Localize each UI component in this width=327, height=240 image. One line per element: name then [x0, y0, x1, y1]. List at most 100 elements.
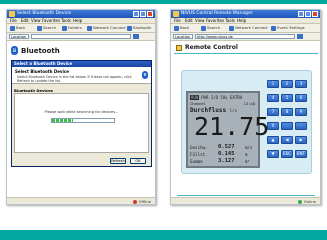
keypad-key[interactable]: 9 — [295, 108, 307, 116]
network-icon — [229, 25, 234, 31]
lcd-display: RUN PAR I/O CAL EXTRA Channel 13:48 Durc… — [186, 91, 269, 168]
keypad-key[interactable]: ◀ — [281, 136, 293, 144]
toolbar-bluetooth-button[interactable]: Bluetooth — [127, 25, 151, 31]
keypad-key[interactable]: 5 — [281, 94, 293, 102]
lcd-channel: Channel — [190, 101, 207, 106]
keypad-key[interactable]: ENT — [295, 150, 307, 158]
keypad-key[interactable]: 2 — [281, 80, 293, 88]
page-title: Remote Control — [185, 44, 238, 51]
window-title: NIVUS Control Remote Manager — [181, 11, 253, 16]
go-button[interactable] — [133, 34, 139, 39]
search-icon — [37, 25, 42, 31]
lcd-row-level: Füllst. 0.145 m — [190, 151, 248, 157]
toolbar-folders-button[interactable]: Folders — [62, 25, 82, 31]
window-app-icon — [173, 11, 179, 17]
footer-divider — [177, 195, 315, 196]
toolbar-network-button[interactable]: Network Connect — [87, 25, 126, 31]
folder-icon — [62, 25, 67, 31]
keypad-key[interactable]: . — [281, 122, 293, 130]
page-header: Remote Control — [176, 44, 238, 51]
status-dot-icon — [297, 199, 302, 204]
lcd-main-value: 21.75 — [194, 112, 270, 141]
address-input[interactable] — [31, 34, 131, 39]
refresh-button[interactable]: Refresh — [110, 158, 126, 164]
lcd-time: 13:48 — [243, 101, 255, 106]
lcd-menu-items: PAR I/O CAL EXTRA — [201, 95, 243, 100]
lcd-row-total: Summe 3.127 m³ — [190, 158, 250, 164]
device-list[interactable]: Please wait while searching for devices.… — [14, 93, 149, 153]
window-controls — [133, 11, 153, 17]
bluetooth-icon — [127, 25, 132, 31]
dialog-header: Select Bluetooth Device Select Bluetooth… — [12, 67, 151, 84]
toolbar-settings-button[interactable]: Event Settings — [271, 25, 305, 31]
address-bar: Location — [7, 33, 155, 41]
page-title: Bluetooth — [21, 46, 60, 55]
keypad-key[interactable]: 4 — [267, 94, 279, 102]
dialog-description: Select Bluetooth Device in the list belo… — [17, 75, 132, 83]
lcd-menu-row: RUN PAR I/O CAL EXTRA — [190, 95, 242, 100]
address-label: Location — [9, 34, 29, 39]
device-panel: RUN PAR I/O CAL EXTRA Channel 13:48 Durc… — [181, 70, 312, 174]
window-controls — [298, 11, 318, 17]
status-bar: Offline — [7, 197, 155, 204]
address-bar: Location http://www.nivus.de — [171, 33, 320, 41]
settings-icon — [271, 25, 276, 31]
back-arrow-icon — [174, 25, 179, 31]
progress-fill — [52, 119, 74, 122]
close-button[interactable] — [147, 11, 153, 17]
toolbar-back-button[interactable]: Back — [174, 25, 189, 31]
address-label: Location — [173, 34, 193, 39]
bluetooth-window: Select Bluetooth Device File Edit View F… — [6, 9, 156, 205]
bluetooth-logo-icon: ʙ — [142, 71, 148, 79]
toolbar-search-button[interactable]: Search — [201, 25, 220, 31]
status-zone: Online — [297, 199, 316, 204]
window-titlebar: NIVUS Control Remote Manager — [171, 10, 320, 18]
address-input[interactable]: http://www.nivus.de — [195, 34, 295, 39]
header-divider — [174, 53, 318, 54]
toolbar-back-button[interactable]: Back — [10, 25, 25, 31]
bottom-accent-band — [0, 230, 327, 240]
back-arrow-icon — [10, 25, 15, 31]
keypad-key[interactable]: - — [295, 122, 307, 130]
window-title: Select Bluetooth Device — [17, 11, 71, 16]
close-button[interactable] — [312, 11, 318, 17]
top-accent-band — [0, 0, 327, 4]
minimize-button[interactable] — [298, 11, 304, 17]
remote-control-icon — [176, 44, 182, 51]
minimize-button[interactable] — [133, 11, 139, 17]
toolbar: Back Search Folders Network Connect Blue… — [7, 24, 155, 33]
keypad-key[interactable]: 8 — [281, 108, 293, 116]
keypad-key[interactable]: ▼ — [267, 150, 279, 158]
bluetooth-icon: ʙ — [11, 46, 18, 55]
status-bar: Online — [171, 197, 320, 204]
remote-control-window: NIVUS Control Remote Manager File Edit V… — [170, 9, 321, 205]
status-zone: Offline — [132, 199, 151, 204]
ok-button[interactable]: OK — [130, 158, 146, 164]
keypad-key[interactable]: 3 — [295, 80, 307, 88]
maximize-button[interactable] — [305, 11, 311, 17]
keypad-key[interactable]: ▶ — [295, 136, 307, 144]
select-device-dialog: Select a Bluetooth Device Select Bluetoo… — [11, 60, 152, 167]
keypad-key[interactable]: 0 — [267, 122, 279, 130]
keypad-key[interactable]: ESC — [281, 150, 293, 158]
page-header: ʙ Bluetooth — [11, 46, 60, 55]
toolbar-network-button[interactable]: Network Connect — [229, 25, 268, 31]
keypad-key[interactable]: 7 — [267, 108, 279, 116]
search-progress-bar — [51, 118, 115, 123]
keypad-key[interactable]: 1 — [267, 80, 279, 88]
search-message: Please wait while searching for devices.… — [44, 110, 119, 114]
keypad-key[interactable]: 6 — [295, 94, 307, 102]
search-icon — [201, 25, 206, 31]
toolbar: Back Search Network Connect Event Settin… — [171, 24, 320, 33]
lcd-mode-badge: RUN — [190, 95, 200, 100]
window-titlebar: Select Bluetooth Device — [7, 10, 155, 18]
dialog-heading: Select Bluetooth Device — [15, 69, 69, 74]
lcd-row-velocity: Geschw. 0.527 m/s — [190, 144, 253, 150]
toolbar-search-button[interactable]: Search — [37, 25, 56, 31]
keypad-key[interactable]: ▲ — [267, 136, 279, 144]
window-app-icon — [9, 11, 15, 17]
network-icon — [87, 25, 92, 31]
status-dot-icon — [132, 199, 137, 204]
maximize-button[interactable] — [140, 11, 146, 17]
go-button[interactable] — [297, 34, 303, 39]
